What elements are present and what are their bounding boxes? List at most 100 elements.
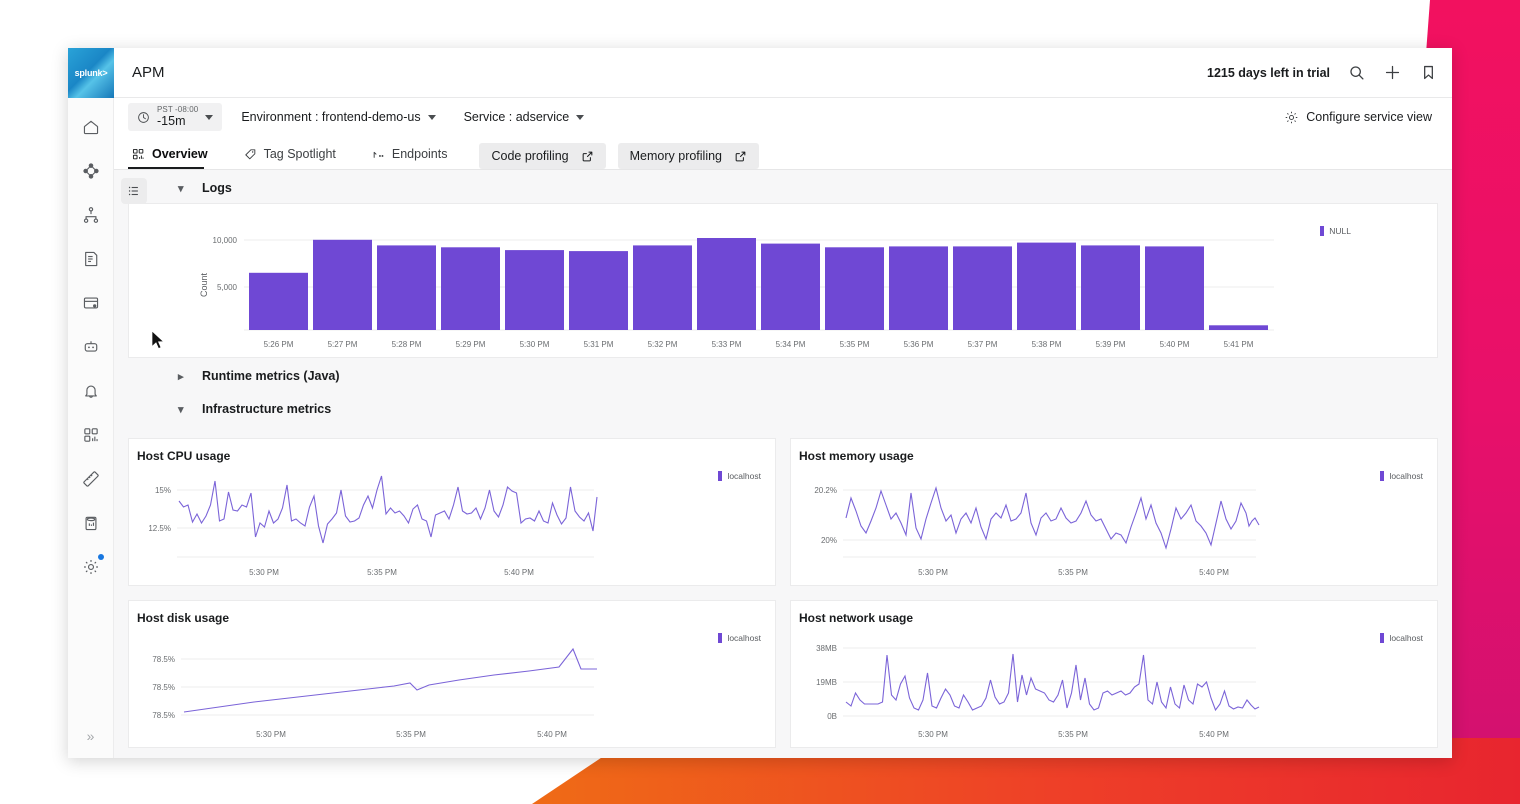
svg-text:5:31 PM: 5:31 PM [584,340,614,349]
app-title: APM [132,64,165,81]
host-memory-usage-chart[interactable]: 20.2% 20% 5:30 PM 5:35 PM 5:40 PM [791,463,1437,585]
external-link-icon [582,151,592,161]
svg-text:5:34 PM: 5:34 PM [776,340,806,349]
svg-text:5:40 PM: 5:40 PM [1160,340,1190,349]
environment-filter[interactable]: Environment : frontend-demo-us [232,105,444,129]
gear-icon [1285,111,1298,123]
host-cpu-usage-chart[interactable]: 15% 12.5% 5:30 PM 5:35 PM 5:40 PM [129,463,775,585]
section-header-infrastructure-metrics[interactable]: ▾ Infrastructure metrics [114,391,1452,424]
host-network-svg: 38MB 19MB 0B 5:30 PM 5:35 PM 5:40 PM [816,644,1260,739]
dashboard-scroll-area[interactable]: ▾ Logs 10,000 5,000 Count 5:26 PM 5:27 P… [114,170,1452,758]
svg-text:5:40 PM: 5:40 PM [504,568,534,577]
svg-text:5:41 PM: 5:41 PM [1224,340,1254,349]
svg-text:78.5%: 78.5% [152,683,175,692]
host-network-usage-card: Host network usage localhost 38MB 19MB 0… [790,600,1438,748]
svg-text:5:40 PM: 5:40 PM [1199,730,1229,739]
svg-text:5,000: 5,000 [217,283,238,292]
tab-overview[interactable]: Overview [128,143,222,169]
sidebar-item-rum[interactable] [74,286,108,320]
svg-text:5:32 PM: 5:32 PM [648,340,678,349]
tab-tag-spotlight[interactable]: Tag Spotlight [240,143,350,169]
svg-text:5:29 PM: 5:29 PM [456,340,486,349]
chevron-right-icon: ▸ [178,370,184,383]
svg-text:15%: 15% [155,486,171,495]
main-content: PST -08:00 -15m Environment : frontend-d… [114,98,1452,758]
logs-bars [249,238,1268,330]
logs-histogram-chart[interactable]: 10,000 5,000 Count 5:26 PM 5:27 PM 5:28 … [129,212,1437,357]
app-window: splunk> APM 1215 days left in trial » PS… [68,48,1452,758]
service-filter-label: Service : adservice [463,110,570,124]
host-disk-usage-card: Host disk usage localhost 78.5% 78.5% 78… [128,600,776,748]
code-profiling-button[interactable]: Code profiling [479,143,606,169]
host-network-usage-chart[interactable]: 38MB 19MB 0B 5:30 PM 5:35 PM 5:40 PM [791,625,1437,747]
logs-legend[interactable]: NULL [1320,226,1351,236]
trial-status: 1215 days left in trial [1207,65,1330,80]
svg-text:19MB: 19MB [816,678,837,687]
host-disk-usage-chart[interactable]: 78.5% 78.5% 78.5% 5:30 PM 5:35 PM 5:40 P… [129,625,775,747]
host-network-usage-title: Host network usage [799,611,914,625]
svg-text:5:33 PM: 5:33 PM [712,340,742,349]
sidebar-item-data-management[interactable] [74,506,108,540]
clock-icon [138,111,149,123]
host-memory-usage-card: Host memory usage localhost 20.2% 20% 5:… [790,438,1438,586]
sidebar-item-alerts[interactable] [74,374,108,408]
section-header-logs[interactable]: ▾ Logs [114,170,1452,203]
tab-tag-spotlight-label: Tag Spotlight [263,147,336,161]
memory-profiling-label: Memory profiling [629,149,723,163]
sidebar-expand-button[interactable]: » [87,728,95,744]
chevron-down-icon: ▾ [178,182,184,195]
sidebar-item-synthetics[interactable] [74,330,108,364]
section-label-logs: Logs [202,181,232,195]
code-profiling-label: Code profiling [491,149,569,163]
section-header-runtime-metrics[interactable]: ▸ Runtime metrics (Java) [114,358,1452,391]
sidebar-item-home[interactable] [74,110,108,144]
list-icon [128,186,138,196]
splunk-logo[interactable]: splunk> [68,48,114,98]
host-cpu-usage-card: Host CPU usage localhost 15% 12.5% 5:30 … [128,438,776,586]
svg-text:5:35 PM: 5:35 PM [840,340,870,349]
plus-icon[interactable] [1382,63,1402,83]
host-cpu-svg: 15% 12.5% 5:30 PM 5:35 PM 5:40 PM [148,475,598,577]
grid-icon [132,148,144,159]
screenshot-stage: splunk> APM 1215 days left in trial » PS… [0,0,1520,804]
bookmark-icon[interactable] [1418,63,1438,83]
time-range-value: -15m [157,113,186,128]
chevron-down-icon [205,114,214,120]
host-memory-svg: 20.2% 20% 5:30 PM 5:35 PM 5:40 PM [814,486,1260,577]
tab-overview-label: Overview [152,147,208,161]
tab-endpoints[interactable]: Endpoints [368,143,462,169]
svg-text:5:39 PM: 5:39 PM [1096,340,1126,349]
memory-profiling-button[interactable]: Memory profiling [617,143,760,169]
sidebar-item-apm[interactable] [74,154,108,188]
svg-text:0B: 0B [827,712,837,721]
svg-text:5:35 PM: 5:35 PM [1058,730,1088,739]
svg-text:5:40 PM: 5:40 PM [1199,568,1229,577]
svg-text:Count: Count [199,273,209,298]
sidebar-item-settings[interactable] [74,550,108,584]
svg-text:5:30 PM: 5:30 PM [918,568,948,577]
legend-swatch [1320,226,1325,236]
endpoints-icon [373,151,384,158]
toggle-list-panel-button[interactable] [121,178,147,204]
svg-text:5:30 PM: 5:30 PM [256,730,286,739]
svg-text:5:40 PM: 5:40 PM [537,730,567,739]
configure-service-view-button[interactable]: Configure service view [1284,110,1438,125]
svg-text:12.5%: 12.5% [148,524,171,533]
time-range-picker[interactable]: PST -08:00 -15m [128,103,223,131]
configure-service-view-label: Configure service view [1306,110,1432,124]
svg-text:78.5%: 78.5% [152,711,175,720]
service-filter[interactable]: Service : adservice [455,105,594,129]
svg-text:5:35 PM: 5:35 PM [367,568,397,577]
sidebar-item-infrastructure[interactable] [74,198,108,232]
sidebar-item-metrics[interactable] [74,462,108,496]
sidebar-item-dashboards[interactable] [74,418,108,452]
svg-text:20%: 20% [821,536,837,545]
tag-icon [244,148,255,159]
search-icon[interactable] [1346,63,1366,83]
chevron-down-icon [576,114,585,120]
host-disk-usage-title: Host disk usage [137,611,230,625]
legend-label: NULL [1329,226,1351,236]
logs-histogram-panel: 10,000 5,000 Count 5:26 PM 5:27 PM 5:28 … [128,203,1438,358]
host-disk-svg: 78.5% 78.5% 78.5% 5:30 PM 5:35 PM 5:40 P… [152,647,597,739]
sidebar-item-log-observer[interactable] [74,242,108,276]
